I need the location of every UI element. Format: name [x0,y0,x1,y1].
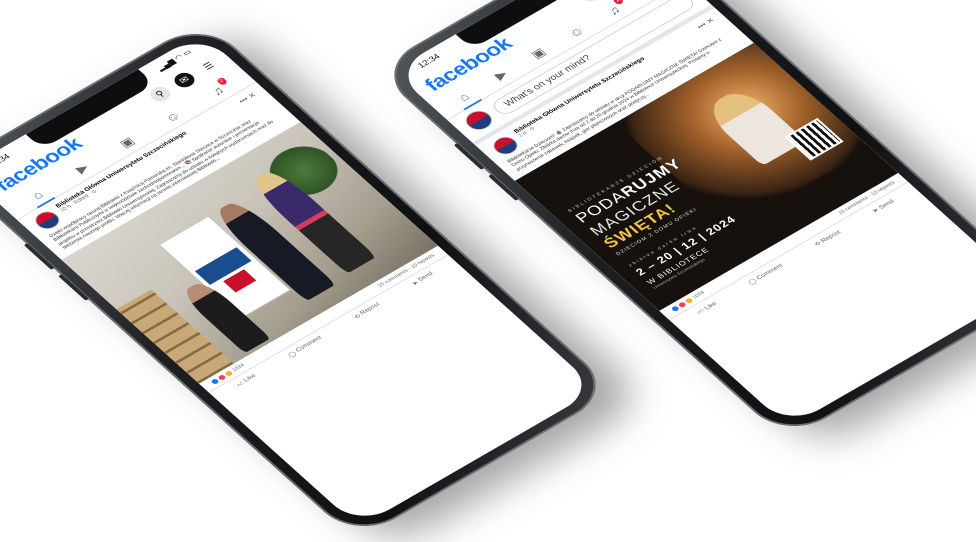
mockup-stage: 12:34 ▂▄▆ ◠ ▭ facebook ⚲ ✉ ☰ ⌂ ▶ ▣ ☺ ♫2 [0,0,976,541]
post-controls[interactable]: ••• ✕ [695,16,716,30]
send-label: Send [877,198,896,211]
repost-label: Repost [819,229,843,244]
menu-icon[interactable]: ☰ [195,56,223,76]
notifications-icon[interactable]: ♫ 2 [598,0,629,21]
love-reaction-icon [677,301,688,309]
send-label: Send [416,270,435,283]
search-icon[interactable]: ⚲ [146,84,175,105]
repost-label: Repost [358,301,382,317]
messenger-icon[interactable]: ✉ [170,70,199,91]
haha-reaction-icon [224,369,234,377]
like-button[interactable]: 👍︎ Like [695,300,719,316]
home-icon[interactable]: ⌂ [448,86,479,107]
send-button[interactable]: ➤ Send [410,271,435,287]
post-controls[interactable]: ••• ✕ [237,91,258,105]
home-icon[interactable]: ⌂ [22,184,53,205]
like-reaction-icon [210,377,220,385]
like-label: Like [703,300,719,311]
like-reaction-icon [670,305,681,313]
love-reaction-icon [217,373,227,381]
search-icon[interactable]: ⚲ [576,0,605,5]
send-button[interactable]: ➤ Send [871,198,896,214]
like-button[interactable]: 👍︎ Like [234,373,257,388]
haha-reaction-icon [684,297,694,305]
groups-icon[interactable]: ☺ [157,106,188,127]
like-label: Like [242,373,258,384]
groups-icon[interactable]: ☺ [561,21,592,42]
notifications-icon[interactable]: ♫ 2 [202,76,233,101]
notification-badge: 2 [611,0,625,6]
notification-badge: 2 [215,76,228,86]
avatar[interactable] [460,106,498,134]
